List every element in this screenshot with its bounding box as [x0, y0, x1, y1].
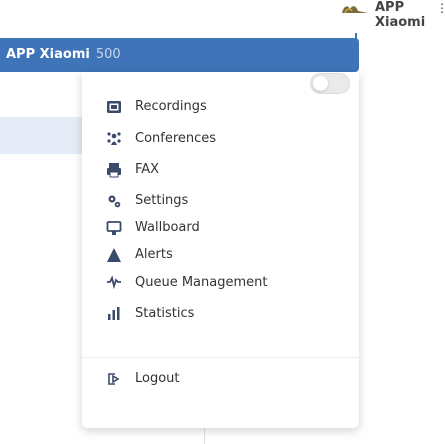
menu-item-label: FAX: [135, 162, 160, 177]
menu-item-alerts[interactable]: Alerts: [82, 240, 359, 270]
brand-logo-icon: [342, 6, 368, 14]
recordings-icon: [107, 101, 121, 113]
app-name[interactable]: APP Xiaomi: [375, 0, 445, 30]
kebab-menu-icon[interactable]: ⋮: [436, 2, 445, 14]
menu-item-label: Recordings: [135, 99, 207, 114]
menu-item-label: Alerts: [135, 247, 173, 262]
user-name: APP Xiaomi 500: [6, 47, 121, 62]
menu-item-label: Queue Management: [135, 275, 268, 290]
logout-icon: [108, 373, 120, 385]
menu-item-statistics[interactable]: Statistics: [82, 299, 359, 329]
toggle-knob: [313, 76, 328, 91]
availability-toggle[interactable]: [310, 73, 350, 94]
menu-item-fax[interactable]: FAX: [82, 155, 359, 185]
menu-item-label: Logout: [135, 371, 180, 386]
menu-item-label: Wallboard: [135, 220, 200, 235]
menu-item-wallboard[interactable]: Wallboard: [82, 213, 359, 243]
settings-icon: [108, 195, 121, 208]
top-bar: APP Xiaomi ⋮: [0, 0, 445, 38]
menu-item-logout[interactable]: Logout: [82, 364, 359, 394]
statistics-icon: [108, 307, 120, 320]
fax-icon: [107, 163, 121, 178]
background-selected-row: [0, 117, 82, 154]
menu-caret: [355, 33, 357, 41]
menu-item-label: Conferences: [135, 131, 217, 146]
menu-item-recordings[interactable]: Recordings: [82, 92, 359, 122]
user-name-text: APP Xiaomi: [6, 47, 90, 62]
conferences-icon: [107, 132, 121, 145]
user-menu-header[interactable]: APP Xiaomi 500: [0, 38, 359, 72]
alerts-icon: [107, 248, 121, 262]
queue-management-icon: [107, 275, 121, 290]
menu-item-settings[interactable]: Settings: [82, 186, 359, 216]
user-menu-panel: Recordings Conferences FAX Settings Wall…: [82, 72, 359, 428]
menu-item-conferences[interactable]: Conferences: [82, 124, 359, 154]
menu-item-queue-management[interactable]: Queue Management: [82, 268, 359, 298]
menu-item-label: Statistics: [135, 306, 195, 321]
menu-separator: [82, 357, 359, 358]
menu-item-label: Settings: [135, 193, 189, 208]
wallboard-icon: [106, 221, 122, 235]
user-extension: 500: [95, 47, 121, 62]
